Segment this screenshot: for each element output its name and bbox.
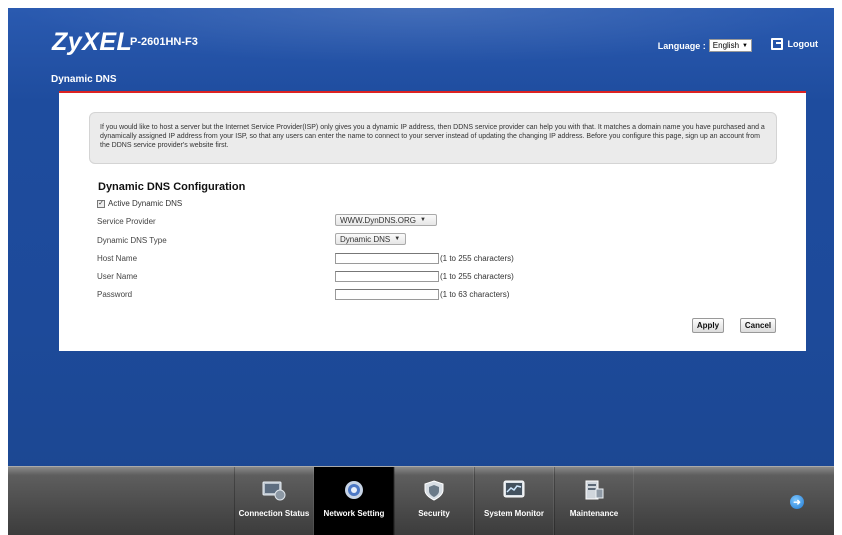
chevron-down-icon: ▼	[394, 236, 401, 242]
nav-label: Security	[418, 509, 450, 518]
info-box: If you would like to host a server but t…	[89, 112, 777, 164]
chevron-down-icon: ▼	[742, 42, 748, 49]
next-arrow-icon[interactable]: ➜	[790, 495, 804, 509]
language-label: Language :	[657, 40, 706, 51]
logout-label: Logout	[787, 39, 819, 49]
router-frame: ZyXEL P-2601HN-F3 Language : English ▼ L…	[8, 8, 834, 535]
connection-status-icon	[262, 481, 286, 501]
section-title: Dynamic DNS Configuration	[98, 181, 246, 193]
ddns-type-value: Dynamic DNS	[340, 234, 391, 244]
user-name-label: User Name	[97, 272, 138, 281]
nav-network-setting[interactable]: Network Setting	[314, 467, 394, 535]
user-name-input[interactable]	[335, 271, 439, 282]
content-panel: If you would like to host a server but t…	[59, 91, 806, 351]
service-provider-value: WWW.DynDNS.ORG	[340, 215, 416, 225]
host-name-input[interactable]	[335, 253, 439, 264]
password-input[interactable]	[335, 289, 439, 300]
cancel-button[interactable]: Cancel	[740, 318, 776, 333]
page-title: Dynamic DNS	[51, 74, 117, 85]
active-ddns-checkbox[interactable]: ✓	[97, 199, 105, 208]
nav-security[interactable]: Security	[394, 467, 474, 535]
security-shield-icon	[424, 480, 444, 501]
active-ddns-row: ✓ Active Dynamic DNS	[97, 199, 182, 208]
ddns-type-label: Dynamic DNS Type	[97, 236, 167, 245]
nav-system-monitor[interactable]: System Monitor	[474, 467, 554, 535]
language-value: English	[712, 41, 740, 50]
nav-connection-status[interactable]: Connection Status	[234, 467, 314, 535]
host-name-label: Host Name	[97, 254, 138, 263]
ddns-type-select[interactable]: Dynamic DNS ▼	[335, 233, 406, 245]
nav-label: Maintenance	[569, 509, 619, 518]
brand-logo: ZyXEL	[52, 28, 133, 56]
nav-label: Connection Status	[238, 509, 310, 518]
nav-label: System Monitor	[483, 509, 544, 518]
password-label: Password	[97, 290, 133, 299]
maintenance-icon	[585, 480, 604, 500]
host-name-hint: (1 to 255 characters)	[440, 254, 514, 263]
nav-maintenance[interactable]: Maintenance	[554, 467, 634, 535]
password-hint: (1 to 63 characters)	[440, 290, 510, 299]
network-setting-icon	[345, 481, 363, 499]
language-selector: Language : English ▼	[658, 39, 752, 52]
service-provider-select[interactable]: WWW.DynDNS.ORG ▼	[335, 214, 437, 226]
model-name: P-2601HN-F3	[130, 36, 198, 48]
bottom-navigation: Connection Status Network Setting Securi…	[8, 466, 834, 535]
user-name-hint: (1 to 255 characters)	[440, 272, 514, 281]
service-provider-label: Service Provider	[97, 217, 156, 226]
chevron-down-icon: ▼	[420, 217, 426, 223]
logout-icon	[770, 38, 783, 50]
apply-button[interactable]: Apply	[692, 318, 724, 333]
logout-link[interactable]: Logout	[770, 38, 819, 50]
system-monitor-icon	[503, 480, 525, 498]
nav-label: Network Setting	[323, 509, 385, 518]
active-ddns-label: Active Dynamic DNS	[108, 199, 183, 208]
language-select[interactable]: English ▼	[708, 39, 752, 52]
